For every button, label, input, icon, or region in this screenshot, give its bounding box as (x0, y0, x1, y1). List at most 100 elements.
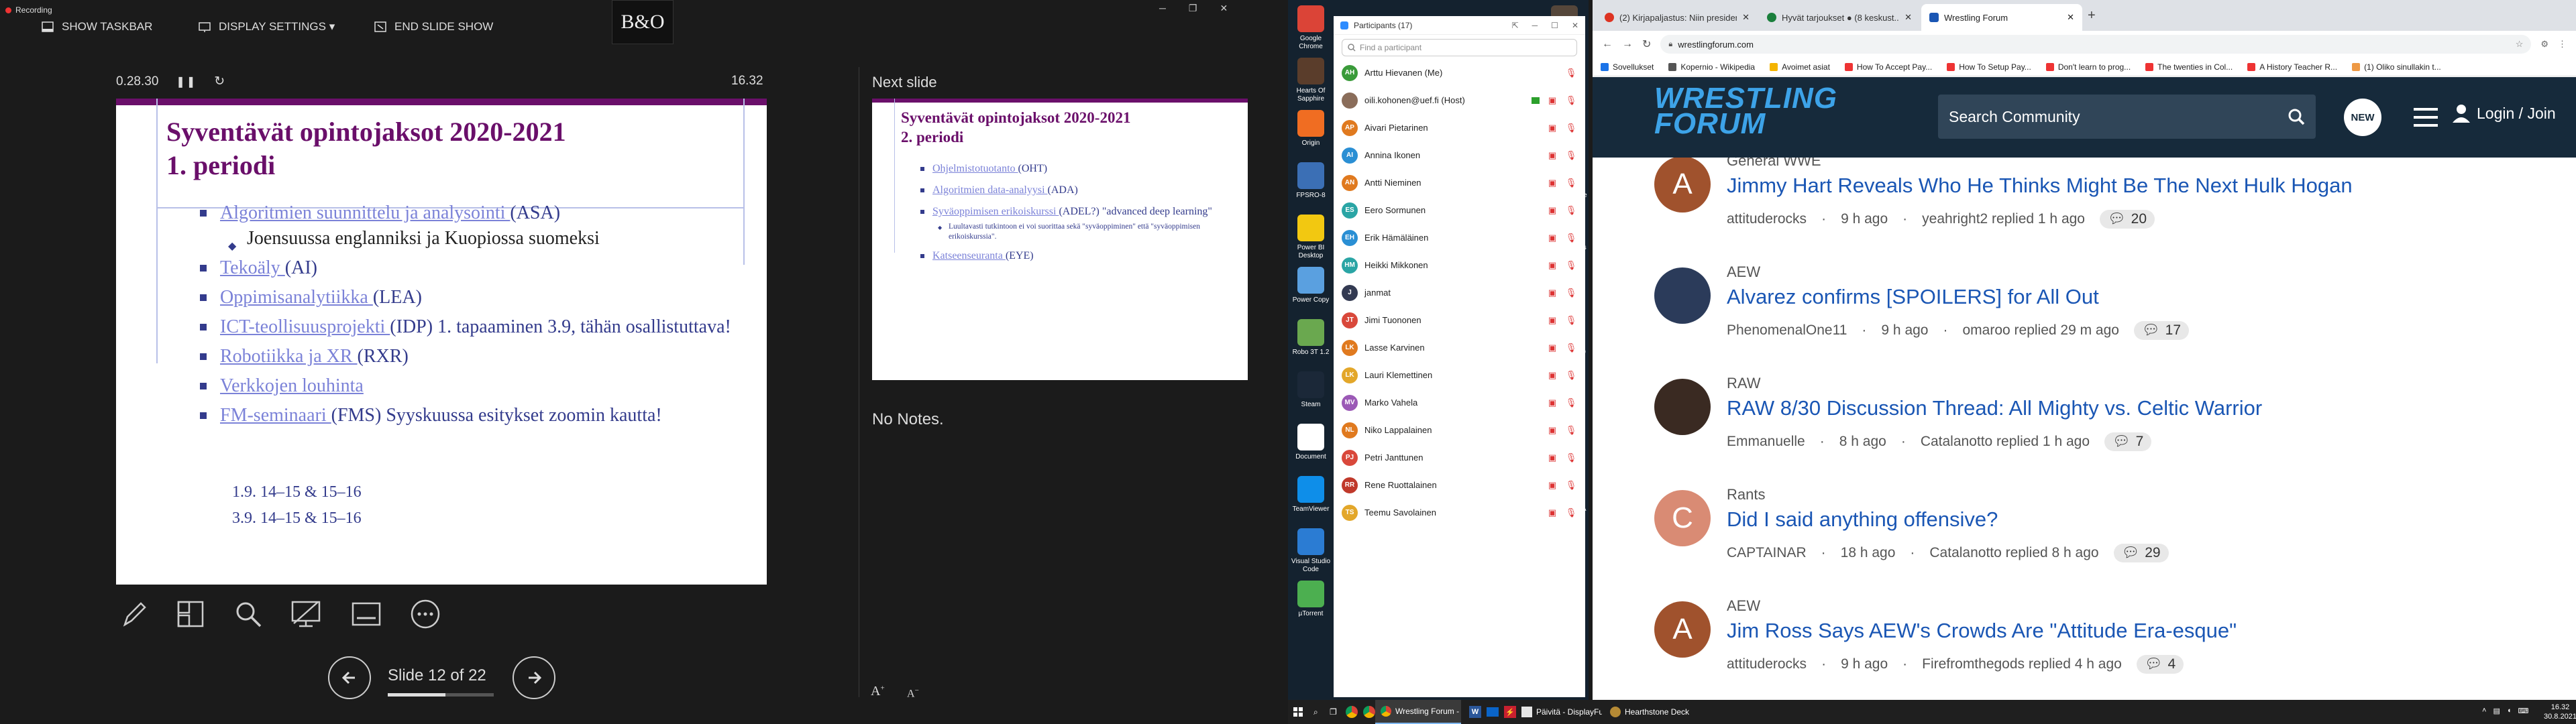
display-settings-button[interactable]: DISPLAY SETTINGS ▾ (199, 15, 335, 39)
desktop-shortcut[interactable]: Hearts Of Sapphire (1288, 58, 1334, 103)
see-all-slides-button[interactable] (172, 595, 209, 633)
thread-last-reply[interactable]: Catalanotto replied 1 h ago (1921, 434, 2090, 450)
thread-last-reply[interactable]: Firefromthegods replied 4 h ago (1922, 656, 2122, 672)
participant-row[interactable]: HM Heikki Mikkonen ▣ 🎙︎ (1334, 251, 1585, 279)
maximize-icon[interactable]: ☐ (1551, 21, 1558, 30)
thread-last-reply[interactable]: Catalanotto replied 8 h ago (1929, 545, 2098, 561)
participant-row[interactable]: NL Niko Lappalainen ▣ 🎙︎ (1334, 416, 1585, 444)
pen-tool-button[interactable] (115, 595, 153, 633)
back-icon[interactable]: ← (1602, 38, 1613, 50)
url-field[interactable]: 🔒︎ wrestlingforum.com ☆ (1660, 35, 2532, 54)
participant-row[interactable]: LK Lasse Karvinen ▣ 🎙︎ (1334, 334, 1585, 361)
thread-title-link[interactable]: Jim Ross Says AEW's Crowds Are "Attitude… (1727, 619, 2237, 643)
bookmark-item[interactable]: Kopernio - Wikipedia (1668, 62, 1755, 72)
participant-row[interactable]: AN Antti Nieminen ▣ 🎙︎ (1334, 169, 1585, 196)
thread-author[interactable]: PhenomenalOne11 (1727, 322, 1847, 339)
next-slide-button[interactable] (513, 656, 555, 699)
course-link[interactable]: Robotiikka ja XR (220, 346, 358, 367)
extensions-icon[interactable]: ⚙ (2540, 39, 2548, 50)
desktop-shortcut[interactable]: Power BI Desktop (1288, 215, 1334, 260)
participant-row[interactable]: AP Aivari Pietarinen ▣ 🎙︎ (1334, 114, 1585, 141)
participant-row[interactable]: TS Teemu Savolainen ▣ 🎙︎ (1334, 499, 1585, 526)
language-icon[interactable]: ⌨ (2518, 707, 2529, 715)
desktop-shortcut[interactable]: TeamViewer (1288, 476, 1334, 522)
thread-category[interactable]: RAW (1727, 375, 1761, 392)
bookmark-item[interactable]: Sovellukset (1601, 62, 1654, 72)
reload-icon[interactable]: ↻ (1642, 38, 1651, 51)
popout-icon[interactable]: ⇱ (1512, 21, 1519, 30)
participant-row[interactable]: AI Annina Ikonen ▣ 🎙︎ (1334, 141, 1585, 169)
close-icon[interactable]: ✕ (1220, 3, 1228, 14)
bookmark-item[interactable]: (1) Oliko sinullakin t... (2352, 62, 2441, 72)
site-logo[interactable]: WRESTLING FORUM (1654, 84, 1837, 139)
pause-icon[interactable]: ❚❚ (176, 75, 197, 88)
decrease-font-button[interactable]: A− (907, 686, 919, 700)
desktop-shortcut[interactable]: Document (1288, 424, 1334, 469)
participant-search-field[interactable]: Find a participant (1342, 39, 1577, 56)
previous-slide-button[interactable] (328, 656, 371, 699)
participant-row[interactable]: oili.kohonen@uef.fi (Host) ▣ 🎙︎ (1334, 86, 1585, 114)
maximize-icon[interactable]: ❐ (1189, 3, 1197, 14)
browser-tab[interactable]: (2) Kirjapaljastus: Niin presidentti... ✕ (1597, 4, 1758, 31)
menu-dots-icon[interactable]: ⋮ (2558, 39, 2567, 50)
thread-item[interactable]: C Rants Did I said anything offensive? CAPT… (1593, 478, 2576, 589)
thread-author-avatar[interactable]: A (1654, 158, 1711, 213)
thread-item[interactable]: AEW Alvarez confirms [SPOILERS] for All O… (1593, 255, 2576, 367)
login-button[interactable]: Login / Join (2453, 104, 2556, 123)
participant-row[interactable]: ES Eero Sormunen ▣ 🎙︎ (1334, 196, 1585, 224)
task-view-button[interactable]: ❐ (1324, 700, 1342, 724)
participant-row[interactable]: MV Marko Vahela ▣ 🎙︎ (1334, 389, 1585, 416)
thread-category[interactable]: AEW (1727, 597, 1760, 615)
hamburger-menu-icon[interactable] (2414, 107, 2438, 128)
thread-category[interactable]: AEW (1727, 263, 1760, 281)
system-clock[interactable]: 16.32 30.8.2021 (2544, 703, 2576, 721)
network-icon[interactable]: ▤ (2493, 707, 2500, 715)
more-options-button[interactable] (407, 595, 444, 633)
thread-author-avatar[interactable] (1654, 379, 1711, 435)
thread-title-link[interactable]: Alvarez confirms [SPOILERS] for All Out (1727, 285, 2099, 309)
participant-row[interactable]: AH Arttu Hievanen (Me) 🎙︎ (1334, 59, 1585, 86)
course-link[interactable]: FM-seminaari (220, 405, 331, 426)
taskbar-window-hearthstone[interactable]: Hearthstone Deck T... (1605, 700, 1690, 724)
thread-author-avatar[interactable] (1654, 267, 1711, 324)
thread-last-reply[interactable]: yeahright2 replied 1 h ago (1922, 211, 2085, 227)
increase-font-button[interactable]: A+ (871, 684, 885, 699)
tray-chevron-icon[interactable]: ˄ (2482, 707, 2486, 715)
search-icon[interactable] (2288, 108, 2305, 125)
thread-title-link[interactable]: Did I said anything offensive? (1727, 507, 1998, 532)
next-slide-preview[interactable]: Syventävät opintojaksot 2020-2021 2. per… (872, 99, 1248, 380)
thread-category[interactable]: Rants (1727, 486, 1765, 503)
thread-category[interactable]: General WWE (1727, 158, 1821, 170)
thread-author[interactable]: attituderocks (1727, 211, 1807, 227)
thread-author[interactable]: Emmanuelle (1727, 434, 1805, 450)
course-link[interactable]: Verkkojen louhinta (220, 375, 364, 396)
participant-row[interactable]: EH Erik Hämäläinen ▣ 🎙︎ (1334, 224, 1585, 251)
bookmark-star-icon[interactable]: ☆ (2516, 39, 2524, 50)
tab-close-icon[interactable]: ✕ (1742, 12, 1750, 23)
thread-title-link[interactable]: Jimmy Hart Reveals Who He Thinks Might B… (1727, 174, 2353, 198)
close-icon[interactable]: ✕ (1572, 21, 1578, 30)
desktop-shortcut[interactable]: Origin (1288, 110, 1334, 156)
new-posts-button[interactable]: NEW (2344, 99, 2381, 136)
bookmark-item[interactable]: Don't learn to prog... (2045, 62, 2131, 72)
thread-title-link[interactable]: RAW 8/30 Discussion Thread: All Mighty v… (1727, 396, 2262, 420)
desktop-shortcut[interactable]: Power Copy (1288, 267, 1334, 312)
search-taskbar-button[interactable]: ⌕ (1308, 700, 1324, 724)
course-link[interactable]: Algoritmien suunnittelu ja analysointi (220, 202, 510, 223)
bookmark-item[interactable]: The twenties in Col... (2145, 62, 2233, 72)
thread-author-avatar[interactable]: C (1654, 490, 1711, 546)
taskbar-window-wrestling[interactable]: Wrestling Forum - ... (1375, 700, 1461, 724)
bookmark-item[interactable]: How To Accept Pay... (1844, 62, 1932, 72)
participant-row[interactable]: PJ Petri Janttunen ▣ 🎙︎ (1334, 444, 1585, 471)
thread-item[interactable]: A General WWE Jimmy Hart Reveals Who He Th… (1593, 158, 2576, 255)
desktop-shortcut[interactable]: µTorrent (1288, 581, 1334, 626)
bookmark-item[interactable]: Avoimet asiat (1770, 62, 1830, 72)
subtitles-button[interactable] (347, 595, 385, 633)
tab-close-icon[interactable]: ✕ (1904, 12, 1912, 23)
participant-row[interactable]: Jjanmat ▣ 🎙︎ (1334, 279, 1585, 306)
thread-author-avatar[interactable]: A (1654, 601, 1711, 658)
participant-row[interactable]: RR Rene Ruottalainen ▣ 🎙︎ (1334, 471, 1585, 499)
browser-tab[interactable]: Hyvät tarjoukset ● (8 keskust... ✕ (1759, 4, 1920, 31)
black-screen-button[interactable] (287, 595, 325, 633)
desktop-shortcut[interactable]: Visual Studio Code (1288, 528, 1334, 574)
